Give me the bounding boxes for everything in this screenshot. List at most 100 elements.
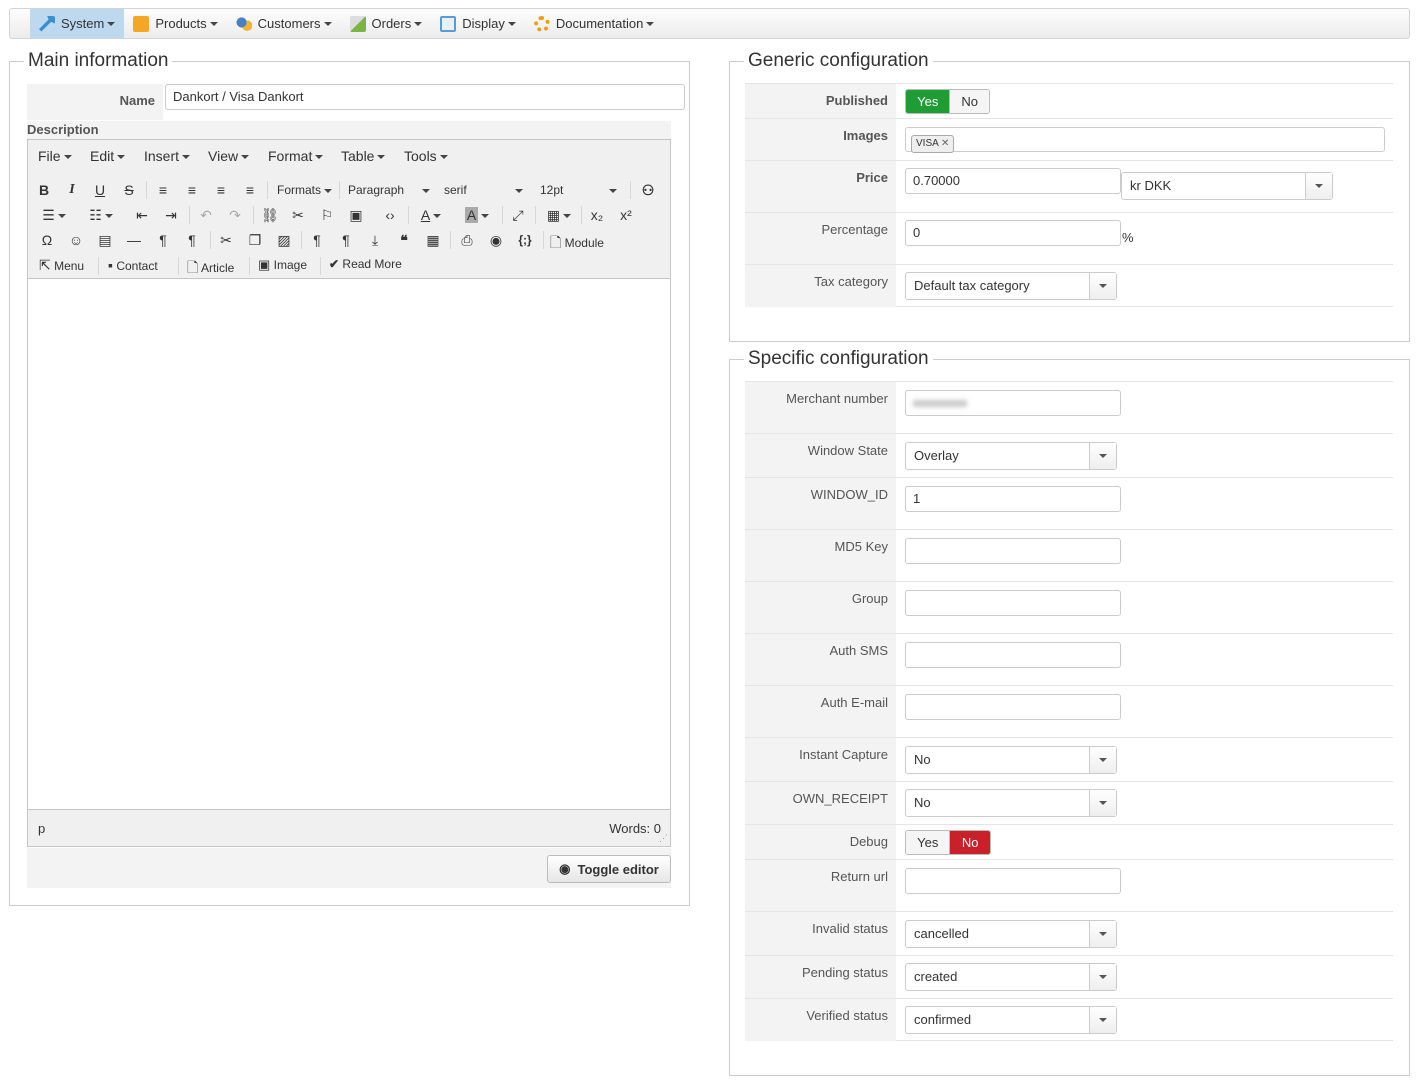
published-toggle[interactable]: Yes No	[905, 89, 990, 114]
font-size-dropdown[interactable]: 12pt	[540, 183, 618, 197]
instant-capture-select[interactable]: No	[905, 746, 1117, 774]
menu-documentation[interactable]: Documentation	[525, 9, 663, 38]
window-id-input[interactable]: 1	[905, 486, 1121, 512]
rtl-icon[interactable]: ¶	[184, 231, 200, 249]
strikethrough-icon[interactable]: S	[122, 181, 136, 199]
code-sample-icon[interactable]: {;}	[515, 231, 535, 249]
background-color-icon[interactable]: A	[461, 206, 493, 224]
image-button[interactable]: ▣ Image	[258, 257, 307, 273]
remove-tag-icon[interactable]: ✕	[941, 138, 949, 149]
published-yes[interactable]: Yes	[906, 90, 950, 113]
menu-products-label: Products	[155, 16, 207, 31]
published-label: Published	[745, 84, 896, 118]
table-icon[interactable]: ▦	[544, 206, 574, 224]
copy-icon[interactable]: ❐	[247, 231, 263, 249]
cut-icon[interactable]: ✂	[218, 231, 234, 249]
menu-button[interactable]: ⇱ Menu	[39, 257, 84, 274]
percentage-input[interactable]: 0	[905, 220, 1121, 246]
blockquote-icon[interactable]: ❝	[396, 231, 412, 249]
contact-button[interactable]: ▪ Contact	[108, 257, 158, 273]
verified-status-label: Verified status	[745, 999, 896, 1041]
images-field[interactable]: VISA ✕	[905, 127, 1385, 153]
numbered-list-icon[interactable]: ☷	[86, 206, 116, 224]
unlink-icon[interactable]: ✂	[290, 206, 306, 224]
media-icon[interactable]: ▤	[97, 231, 113, 249]
tax-category-label: Tax category	[745, 265, 896, 307]
horizontal-rule-icon[interactable]: —	[126, 231, 142, 249]
binoculars-icon[interactable]: ⚇	[640, 181, 656, 199]
paste-icon[interactable]: ▨	[276, 231, 292, 249]
text-color-icon[interactable]: A	[416, 206, 446, 224]
insert-datetime-icon[interactable]: ⤓	[367, 231, 383, 249]
md5-key-input[interactable]	[905, 538, 1121, 564]
image-insert-icon[interactable]: ▣	[348, 206, 364, 224]
menu-products[interactable]: Products	[124, 9, 226, 38]
name-input[interactable]: Dankort / Visa Dankort	[165, 84, 685, 110]
indent-icon[interactable]: ⇥	[163, 206, 179, 224]
menu-system[interactable]: System	[30, 9, 125, 38]
debug-no[interactable]: No	[949, 831, 990, 854]
ltr-icon[interactable]: ¶	[155, 231, 171, 249]
editor-menu-file[interactable]: File	[38, 148, 72, 164]
editor-menu-insert[interactable]: Insert	[144, 148, 191, 164]
editor-menu-edit[interactable]: Edit	[90, 148, 126, 164]
published-no[interactable]: No	[949, 90, 989, 113]
italic-icon[interactable]: I	[65, 181, 79, 199]
fullscreen-icon[interactable]: ⤢	[510, 206, 526, 224]
menu-orders[interactable]: Orders	[341, 9, 432, 38]
underline-icon[interactable]: U	[93, 181, 107, 199]
preview-icon[interactable]: ◉	[488, 231, 504, 249]
toggle-editor-button[interactable]: ◉ Toggle editor	[547, 855, 671, 883]
editor-menu-format[interactable]: Format	[268, 148, 324, 164]
debug-yes[interactable]: Yes	[906, 831, 950, 854]
bold-icon[interactable]: B	[37, 181, 51, 199]
editor-menu-table[interactable]: Table	[341, 148, 386, 164]
bookmark-icon[interactable]: ⚐	[319, 206, 335, 224]
verified-status-select[interactable]: confirmed	[905, 1006, 1117, 1034]
resize-handle-icon[interactable]: ⋰	[659, 833, 668, 844]
currency-select[interactable]: kr DKK	[1121, 172, 1333, 200]
code-icon[interactable]: ‹›	[381, 206, 399, 224]
print-icon[interactable]: ⎙	[459, 231, 475, 249]
visual-chars-icon[interactable]: ¶	[309, 231, 325, 249]
window-state-select[interactable]: Overlay	[905, 442, 1117, 470]
align-left-icon[interactable]: ≡	[155, 181, 171, 199]
merchant-number-input[interactable]	[905, 390, 1121, 416]
undo-icon[interactable]: ↶	[198, 206, 214, 224]
return-url-input[interactable]	[905, 868, 1121, 894]
pending-status-select[interactable]: created	[905, 963, 1117, 991]
formats-dropdown[interactable]: Formats	[277, 183, 333, 197]
group-input[interactable]	[905, 590, 1121, 616]
editor-content-area[interactable]	[28, 279, 670, 809]
menu-display[interactable]: Display	[431, 9, 525, 38]
superscript-icon[interactable]: x²	[618, 206, 634, 224]
module-button[interactable]: 🗋 Module	[550, 232, 604, 256]
paragraph-dropdown[interactable]: Paragraph	[348, 183, 431, 197]
invalid-status-select[interactable]: cancelled	[905, 920, 1117, 948]
subscript-icon[interactable]: x₂	[589, 206, 605, 224]
editor-menu-view[interactable]: View	[208, 148, 250, 164]
tax-category-select[interactable]: Default tax category	[905, 272, 1117, 300]
visual-blocks-icon[interactable]: ¶	[338, 231, 354, 249]
price-input[interactable]: 0.70000	[905, 168, 1121, 194]
auth-email-input[interactable]	[905, 694, 1121, 720]
bullet-list-icon[interactable]: ☰	[40, 206, 68, 224]
outdent-icon[interactable]: ⇤	[134, 206, 150, 224]
image-tag: VISA ✕	[911, 135, 955, 153]
link-icon[interactable]: ⛓	[261, 206, 279, 224]
special-char-icon[interactable]: Ω	[39, 231, 55, 249]
editor-menu-tools[interactable]: Tools	[404, 148, 448, 164]
article-button[interactable]: 🗋 Article	[187, 257, 234, 281]
read-more-button[interactable]: ✔ Read More	[329, 257, 402, 271]
align-right-icon[interactable]: ≡	[213, 181, 229, 199]
menu-customers[interactable]: Customers	[227, 9, 341, 38]
align-center-icon[interactable]: ≡	[184, 181, 200, 199]
redo-icon[interactable]: ↷	[227, 206, 243, 224]
emoticon-icon[interactable]: ☺	[68, 231, 84, 249]
align-justify-icon[interactable]: ≡	[242, 181, 258, 199]
template-icon[interactable]: ▦	[425, 231, 441, 249]
debug-toggle[interactable]: Yes No	[905, 830, 991, 855]
font-family-dropdown[interactable]: serif	[444, 183, 523, 197]
own-receipt-select[interactable]: No	[905, 789, 1117, 817]
auth-sms-input[interactable]	[905, 642, 1121, 668]
